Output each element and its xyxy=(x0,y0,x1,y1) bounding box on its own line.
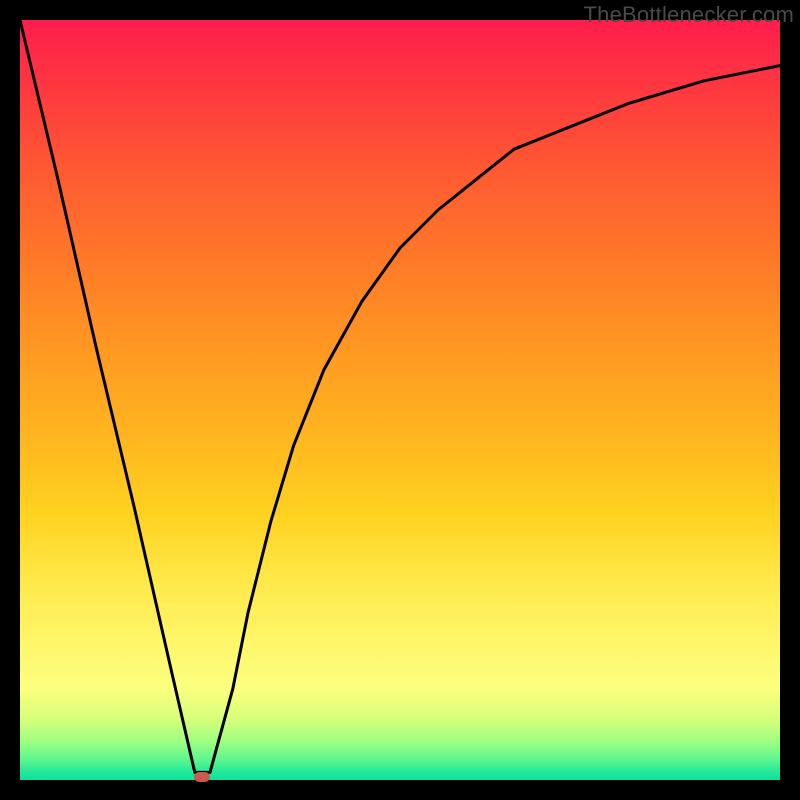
plot-area xyxy=(20,20,780,780)
watermark-text: TheBottlenecker.com xyxy=(584,2,794,28)
curve-svg xyxy=(20,20,780,780)
minimum-marker xyxy=(194,772,210,782)
bottleneck-curve-path xyxy=(20,20,780,772)
chart-frame: TheBottlenecker.com xyxy=(0,0,800,800)
